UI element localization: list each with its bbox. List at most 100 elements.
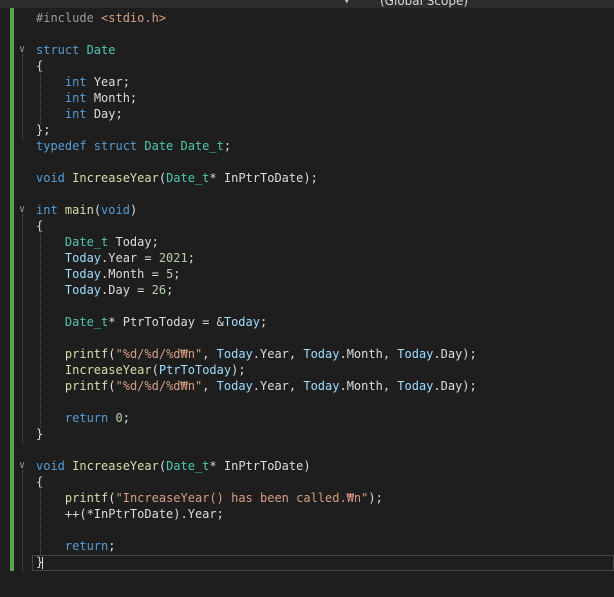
code-token: void (101, 203, 130, 217)
code-token: Today (397, 379, 434, 393)
code-text: int main(void) (36, 202, 137, 218)
code-token: Date (86, 43, 116, 57)
code-text: Today.Year = 2021; (36, 250, 195, 266)
code-token: , (202, 347, 217, 361)
code-token: Day; (93, 107, 123, 121)
code-text: Date_t Today; (36, 234, 159, 250)
code-line[interactable]: } (0, 426, 614, 442)
navigation-bar: ▼ (Global Scope) (0, 0, 614, 8)
code-line[interactable]: return 0; (0, 410, 614, 426)
code-token: "IncreaseYear() has been called.₩n" (115, 491, 369, 505)
code-text: printf("IncreaseYear() has been called.₩… (36, 490, 383, 506)
code-line[interactable]: printf("IncreaseYear() has been called.₩… (0, 490, 614, 506)
code-token: Today (64, 283, 102, 297)
code-text: struct Date (36, 42, 115, 58)
code-line[interactable]: Date_t* PtrToToday = &Today; (0, 314, 614, 330)
code-line[interactable] (0, 442, 614, 458)
code-text: return 0; (36, 410, 130, 426)
code-token: Today (64, 267, 102, 281)
code-token: ; (122, 411, 130, 425)
code-line[interactable] (0, 394, 614, 410)
code-token: Today (303, 347, 340, 361)
code-line[interactable]: { (0, 58, 614, 74)
code-line[interactable]: Today.Year = 2021; (0, 250, 614, 266)
code-token: main (64, 203, 94, 217)
code-text: return; (36, 538, 116, 554)
code-token: * PtrToToday = & (108, 315, 224, 329)
code-text: Today.Month = 5; (36, 266, 181, 282)
code-token: ); (231, 363, 246, 377)
code-line[interactable]: { (0, 474, 614, 490)
code-token: return (64, 411, 116, 425)
code-text: Date_t* PtrToToday = &Today; (36, 314, 267, 330)
code-line[interactable] (0, 522, 614, 538)
code-token: Date_t (180, 139, 224, 153)
code-line[interactable] (0, 186, 614, 202)
code-line[interactable] (0, 298, 614, 314)
code-token: struct (36, 43, 87, 57)
text-caret (42, 557, 43, 569)
code-token: .Year = (101, 251, 159, 265)
code-token: } (36, 427, 44, 441)
code-line[interactable]: Today.Month = 5; (0, 266, 614, 282)
code-line[interactable]: int Month; (0, 90, 614, 106)
code-token: IncreaseYear (72, 171, 159, 185)
code-line[interactable] (0, 26, 614, 42)
code-line[interactable]: { (0, 218, 614, 234)
code-line[interactable]: }; (0, 122, 614, 138)
code-token: Date (144, 139, 181, 153)
code-token: ( (108, 379, 116, 393)
code-token: printf (64, 379, 109, 393)
code-line[interactable]: printf("%d/%d/%d₩n", Today.Year, Today.M… (0, 346, 614, 362)
code-line[interactable] (0, 154, 614, 170)
code-line[interactable] (0, 330, 614, 346)
code-line[interactable]: Today.Day = 26; (0, 282, 614, 298)
code-line[interactable]: #include <stdio.h> (0, 10, 614, 26)
code-token: ; (166, 283, 174, 297)
code-line[interactable]: ∨ int main(void) (0, 202, 614, 218)
code-token: PtrToToday (158, 363, 232, 377)
code-token: ( (108, 491, 116, 505)
code-token: ; (187, 251, 195, 265)
code-line[interactable]: ++(*InPtrToDate).Year; (0, 506, 614, 522)
editor-empty-area[interactable] (0, 572, 614, 597)
code-line[interactable]: return; (0, 538, 614, 554)
indent-guide (40, 486, 41, 556)
fold-region-line (22, 470, 23, 572)
code-token: int (64, 91, 94, 105)
chevron-down-icon[interactable]: ▼ (344, 0, 349, 6)
code-text: printf("%d/%d/%d₩n", Today.Year, Today.M… (36, 378, 477, 394)
code-token: ( (108, 347, 116, 361)
code-token: Today (216, 379, 253, 393)
code-editor[interactable]: #include <stdio.h> ∨ struct Date{ int Year… (0, 10, 614, 570)
indent-guide (40, 230, 41, 428)
code-text: typedef struct Date Date_t; (36, 138, 231, 154)
code-line[interactable]: IncreaseYear(PtrToToday); (0, 362, 614, 378)
code-text: Today.Day = 26; (36, 282, 173, 298)
code-line[interactable]: Date_t Today; (0, 234, 614, 250)
code-line[interactable]: typedef struct Date Date_t; (0, 138, 614, 154)
code-token: , (202, 379, 217, 393)
code-token: #include (36, 11, 102, 25)
code-text: printf("%d/%d/%d₩n", Today.Year, Today.M… (36, 346, 477, 362)
code-line[interactable]: ∨ struct Date (0, 42, 614, 58)
code-token: printf (64, 347, 109, 361)
scope-dropdown[interactable]: (Global Scope) (380, 0, 468, 8)
code-line[interactable]: printf("%d/%d/%d₩n", Today.Year, Today.M… (0, 378, 614, 394)
code-token: typedef (36, 139, 94, 153)
code-text: IncreaseYear(PtrToToday); (36, 362, 246, 378)
code-token: Date_t (64, 315, 109, 329)
code-token: }; (36, 123, 51, 137)
indent-guide (40, 70, 41, 124)
code-token: Today (223, 315, 260, 329)
code-token: ++(*InPtrToDate).Year; (36, 507, 224, 521)
code-token: 0 (115, 411, 123, 425)
code-line[interactable]: ∨ void IncreaseYear(Date_t* InPtrToDate) (0, 458, 614, 474)
code-token: ( (151, 363, 159, 377)
code-text: } (36, 426, 43, 442)
code-token: Today (303, 379, 340, 393)
code-line[interactable]: void IncreaseYear(Date_t* InPtrToDate); (0, 170, 614, 186)
code-line[interactable]: int Year; (0, 74, 614, 90)
code-line[interactable]: int Day; (0, 106, 614, 122)
code-token: Month; (93, 91, 138, 105)
